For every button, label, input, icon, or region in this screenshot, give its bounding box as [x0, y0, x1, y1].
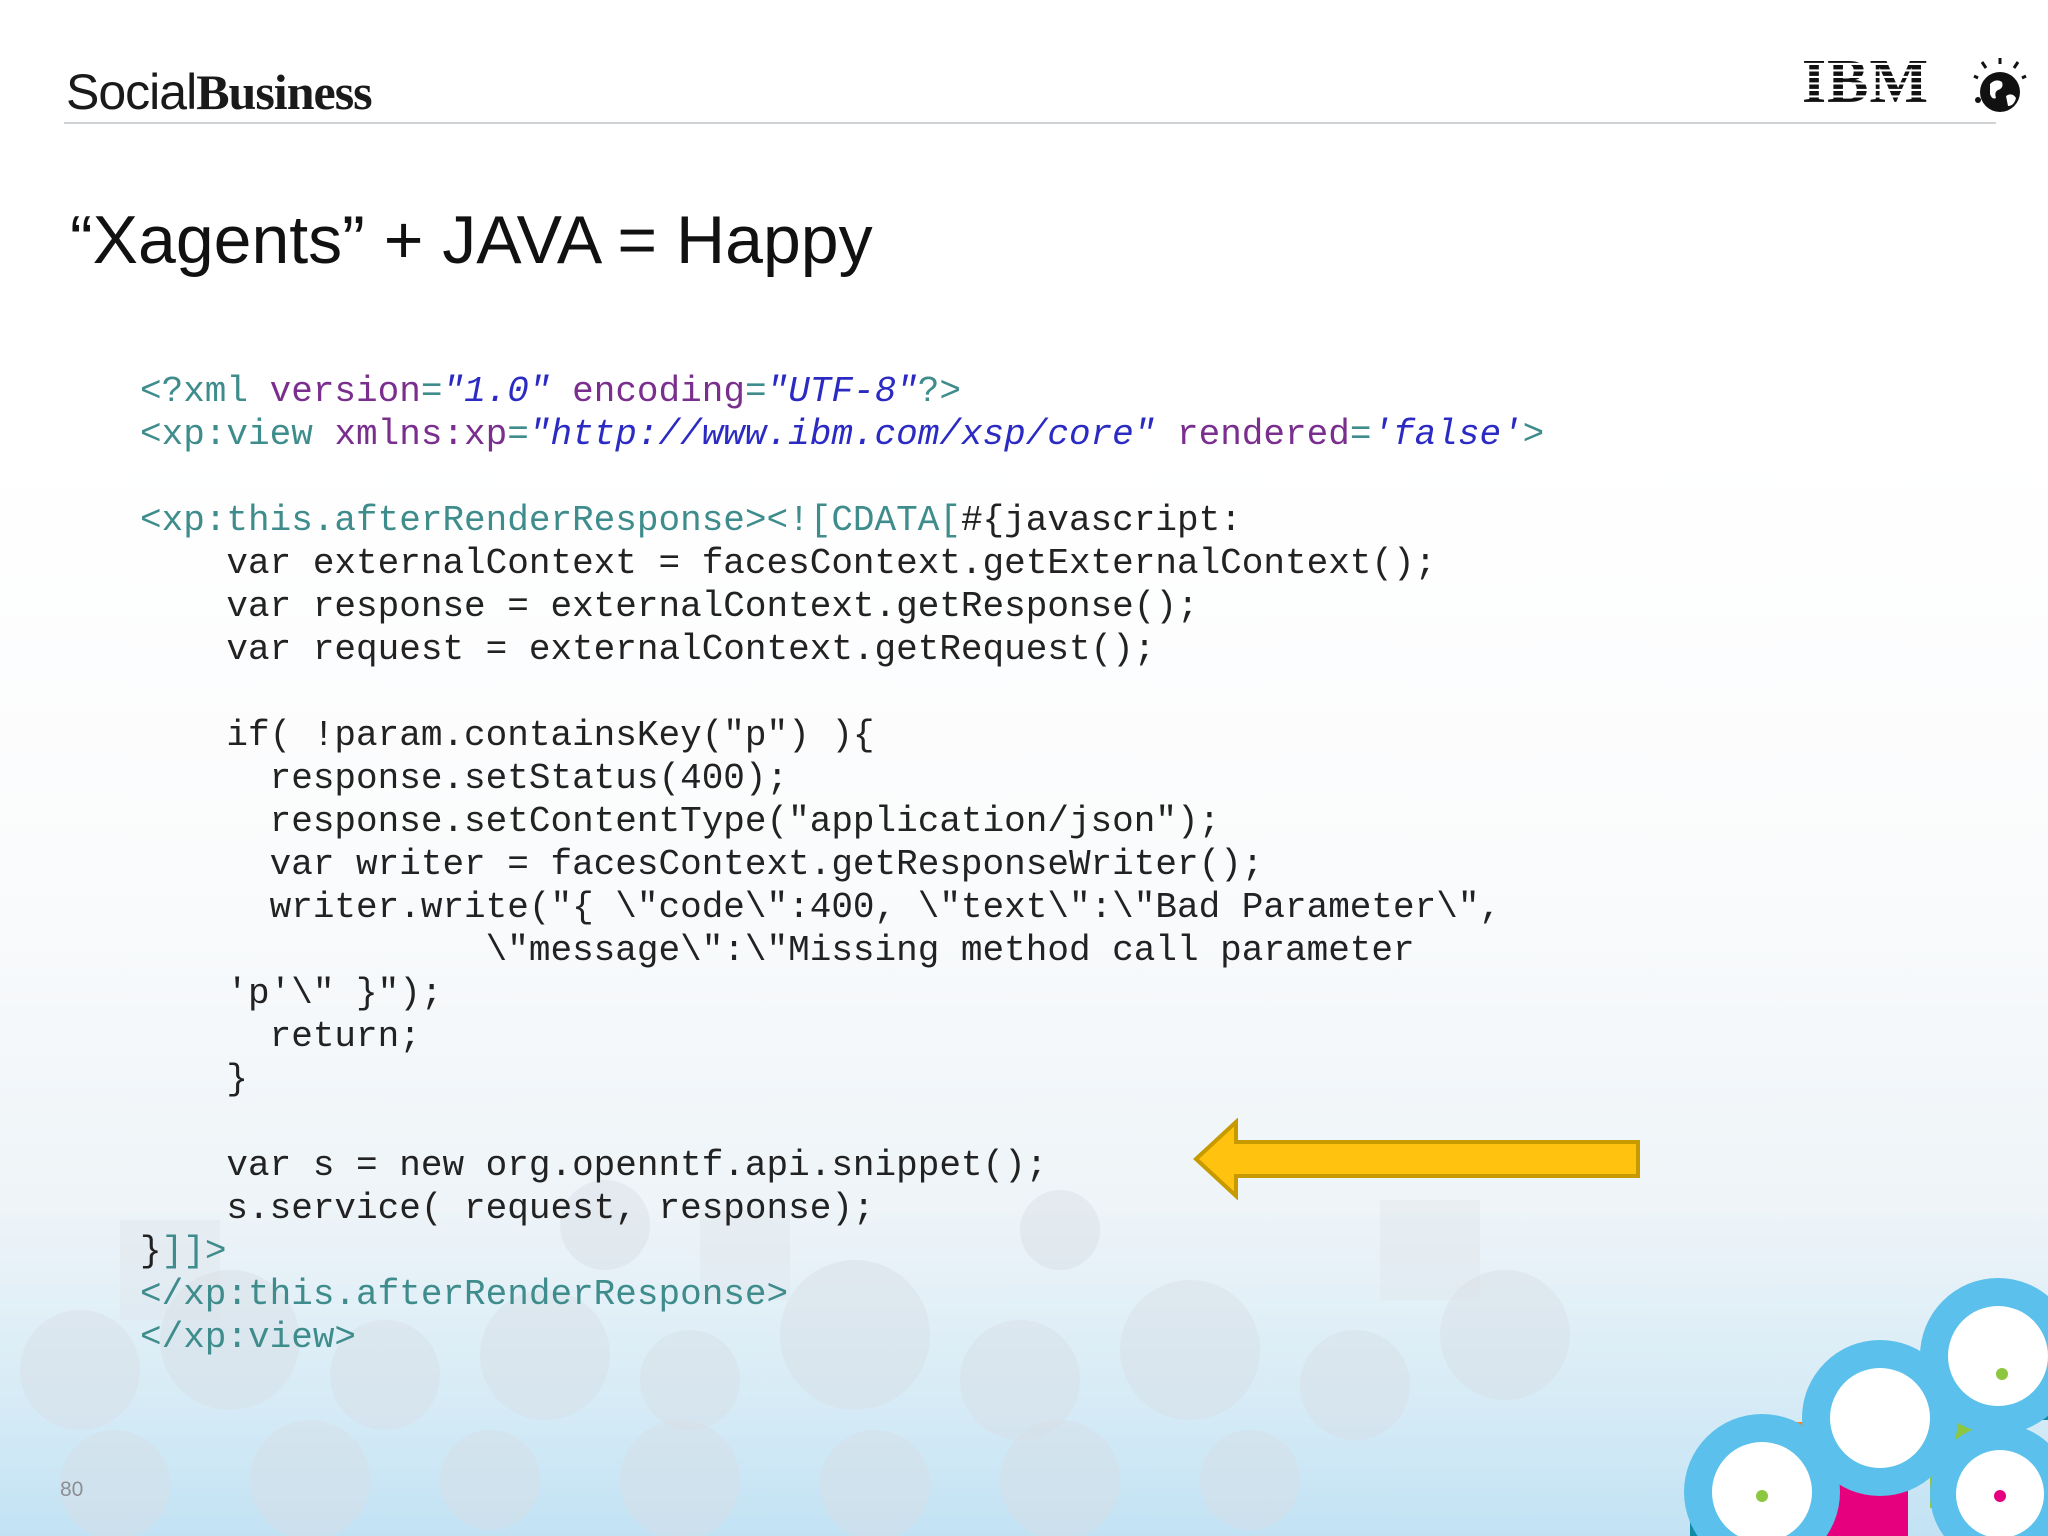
brand-light-text: Social [66, 64, 197, 120]
code-line: 'p'\" }"); [140, 972, 1544, 1015]
code-token: > [1522, 414, 1545, 455]
code-token: var response = externalContext.getRespon… [140, 586, 1199, 627]
page-number: 80 [60, 1478, 84, 1501]
code-token: <?xml [140, 371, 270, 412]
code-line: response.setContentType("application/jso… [140, 800, 1544, 843]
code-line: <xp:view xmlns:xp="http://www.ibm.com/xs… [140, 413, 1544, 456]
code-token: <xp:this.afterRenderResponse><![CDATA[ [140, 500, 961, 541]
code-token: = [1349, 414, 1372, 455]
code-token: var externalContext = facesContext.getEx… [140, 543, 1437, 584]
code-token: "UTF-8" [766, 371, 918, 412]
code-line: var externalContext = facesContext.getEx… [140, 542, 1544, 585]
code-token: \"message\":\"Missing method call parame… [140, 930, 1415, 971]
social-business-logo: SocialBusiness [66, 62, 373, 122]
code-token: var request = externalContext.getRequest… [140, 629, 1156, 670]
code-token: s.service( request, response); [140, 1188, 875, 1229]
left-arrow-icon [1193, 1118, 1640, 1200]
code-token: #{javascript: [960, 500, 1242, 541]
header-divider [64, 122, 1996, 124]
code-token: ]]> [161, 1231, 227, 1272]
code-token: = [744, 371, 767, 412]
code-token: rendered [1177, 414, 1350, 455]
code-token: if( !param.containsKey("p") ){ [140, 715, 875, 756]
brand-bold-text: Business [196, 64, 372, 120]
code-token: writer.write("{ \"code\":400, \"text\":\… [140, 887, 1502, 928]
code-token: return; [140, 1016, 421, 1057]
code-token: = [507, 414, 529, 455]
ibm-logo: IBM [1800, 48, 2040, 121]
code-token: ?> [917, 371, 961, 412]
code-line: return; [140, 1015, 1544, 1058]
slide: SocialBusiness IBM “Xagents” + JAVA = Ha… [0, 0, 2048, 1536]
code-token: response.setContentType("application/jso… [140, 801, 1221, 842]
code-token: </xp:this.afterRenderResponse> [140, 1274, 789, 1315]
ibm-logo-text: IBM [1802, 52, 1929, 116]
code-token: response.setStatus(400); [140, 758, 789, 799]
code-token: "1.0" [442, 371, 551, 412]
code-line: if( !param.containsKey("p") ){ [140, 714, 1544, 757]
code-line: <?xml version="1.0" encoding="UTF-8"?> [140, 370, 1544, 413]
code-line: } [140, 1058, 1544, 1101]
code-token: var writer = facesContext.getResponseWri… [140, 844, 1264, 885]
code-token: "http://www.ibm.com/xsp/core" [528, 414, 1156, 455]
code-line: <xp:this.afterRenderResponse><![CDATA[#{… [140, 499, 1544, 542]
code-token: 'false' [1371, 414, 1523, 455]
slide-title: “Xagents” + JAVA = Happy [70, 202, 873, 278]
code-token: xmlns:xp [334, 414, 508, 455]
code-token: </xp:view> [140, 1317, 357, 1358]
code-line: var response = externalContext.getRespon… [140, 585, 1544, 628]
code-line: var writer = facesContext.getResponseWri… [140, 843, 1544, 886]
code-token: <xp:view [140, 414, 335, 455]
code-token: encoding [572, 371, 745, 412]
code-line: writer.write("{ \"code\":400, \"text\":\… [140, 886, 1544, 929]
code-token: 'p'\" }"); [140, 973, 443, 1014]
code-line: </xp:view> [140, 1316, 1544, 1359]
code-line: </xp:this.afterRenderResponse> [140, 1273, 1544, 1316]
ibm-smarter-planet-globe-icon: IBM [1802, 48, 2027, 116]
code-line: \"message\":\"Missing method call parame… [140, 929, 1544, 972]
code-token: } [140, 1059, 249, 1100]
code-token: } [140, 1231, 162, 1272]
code-line: var request = externalContext.getRequest… [140, 628, 1544, 671]
code-token: var s = new org.openntf.api.snippet(); [140, 1145, 1048, 1186]
code-token: version [269, 371, 421, 412]
code-line: response.setStatus(400); [140, 757, 1544, 800]
code-token: = [420, 371, 443, 412]
code-block: <?xml version="1.0" encoding="UTF-8"?> <x… [140, 370, 1544, 1359]
code-line: }]]> [140, 1230, 1544, 1273]
